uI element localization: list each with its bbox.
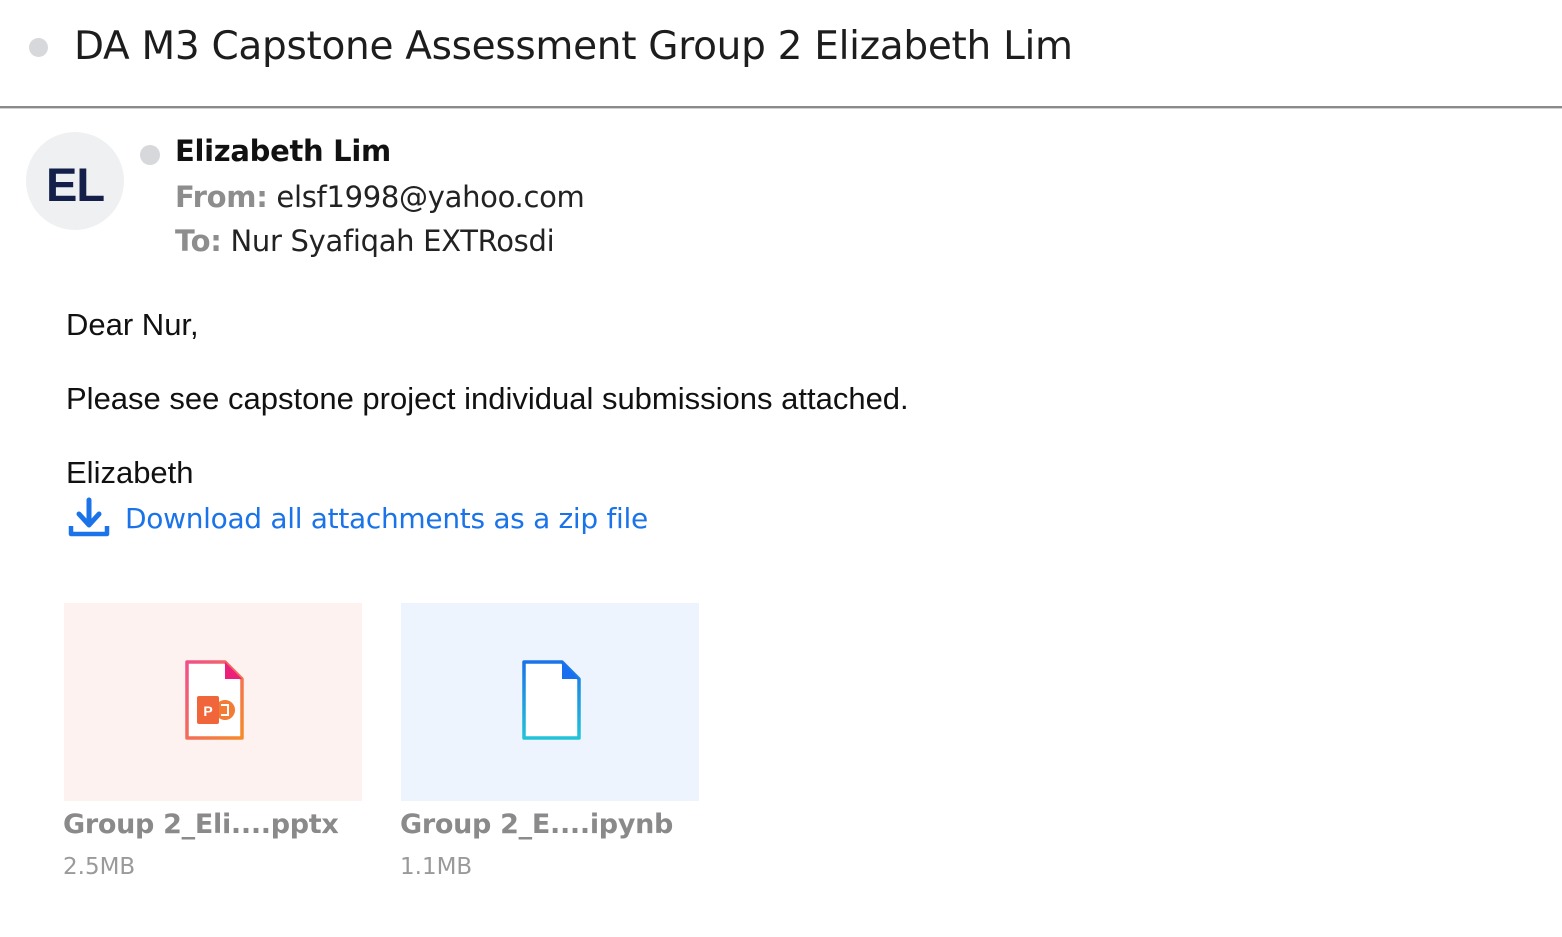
attachment-thumbnail[interactable] [401,603,699,801]
unread-indicator[interactable] [29,38,48,57]
generic-file-icon [522,660,581,740]
to-label: To: [175,224,222,258]
sender-name[interactable]: Elizabeth Lim [175,134,391,168]
to-row: To: Nur Syafiqah EXTRosdi [175,224,555,258]
sender-avatar[interactable]: EL [26,132,124,230]
attachment-thumbnail[interactable]: P [64,603,362,801]
from-label: From: [175,180,268,214]
from-row: From: elsf1998@yahoo.com [175,180,585,214]
attachment-size: 1.1MB [400,854,473,880]
powerpoint-file-icon: P [185,660,244,740]
email-view: DA M3 Capstone Assessment Group 2 Elizab… [0,0,1562,937]
attachment-card[interactable]: Group 2_E....ipynb 1.1MB [400,603,699,880]
email-signature: Elizabeth [66,455,194,490]
email-message: Please see capstone project individual s… [66,381,909,416]
attachment-name[interactable]: Group 2_E....ipynb [400,809,699,840]
avatar-initials: EL [45,158,105,211]
svg-text:P: P [203,703,212,719]
email-greeting: Dear Nur, [66,307,199,342]
download-all-link[interactable]: Download all attachments as a zip file [66,496,648,540]
to-recipient[interactable]: Nur Syafiqah EXTRosdi [230,224,554,258]
subject-header: DA M3 Capstone Assessment Group 2 Elizab… [0,0,1562,108]
presence-status-dot [140,145,160,165]
download-all-label: Download all attachments as a zip file [125,501,648,535]
attachment-card[interactable]: P Group 2_Eli....pptx 2.5MB [63,603,362,880]
attachment-name[interactable]: Group 2_Eli....pptx [63,809,362,840]
download-icon [68,497,110,537]
from-address[interactable]: elsf1998@yahoo.com [276,180,584,214]
email-subject: DA M3 Capstone Assessment Group 2 Elizab… [74,24,1073,69]
attachment-size: 2.5MB [63,854,136,880]
